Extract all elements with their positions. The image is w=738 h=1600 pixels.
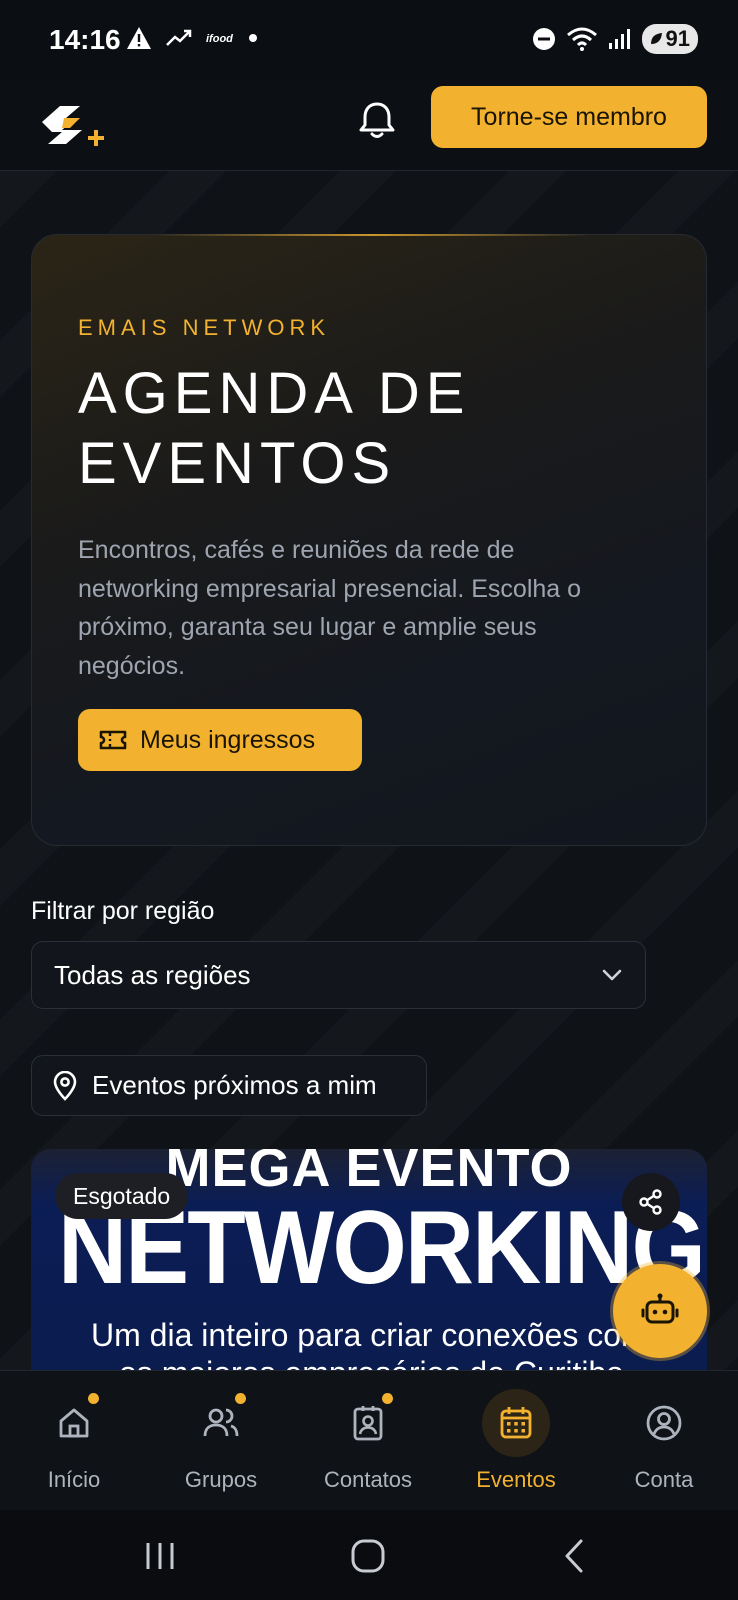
users-icon: [203, 1408, 239, 1437]
my-tickets-button[interactable]: Meus ingressos: [78, 709, 362, 771]
nav-label: Grupos: [184, 1467, 258, 1492]
home-button-icon[interactable]: [350, 1538, 386, 1574]
map-pin-icon: [53, 1070, 77, 1101]
nav-label: Conta: [634, 1467, 694, 1492]
share-icon: [639, 1189, 662, 1215]
battery-saver-icon: [650, 33, 662, 44]
recent-apps-icon[interactable]: [144, 1540, 176, 1572]
region-select[interactable]: Todas as regiões: [31, 941, 646, 1009]
calendar-icon: [500, 1407, 532, 1439]
nav-item-conta[interactable]: Conta: [590, 1371, 738, 1511]
sold-out-badge: Esgotado: [55, 1173, 189, 1219]
robot-icon: [641, 1293, 679, 1324]
hero-title: AGENDA DE EVENTOS: [78, 359, 678, 499]
nav-item-contatos[interactable]: Contatos: [294, 1371, 442, 1511]
bell-icon[interactable]: [355, 98, 399, 142]
system-navigation-bar: [0, 1510, 738, 1600]
events-near-me-button[interactable]: Eventos próximos a mim: [31, 1055, 427, 1116]
status-time: 14:16: [49, 24, 121, 55]
nav-icon-container: [482, 1389, 550, 1457]
nav-label: Início: [47, 1467, 101, 1492]
battery-level: 91: [665, 26, 690, 51]
nav-label: Contatos: [323, 1467, 413, 1492]
assistant-bot-button[interactable]: [613, 1264, 707, 1358]
wifi-icon: [566, 27, 597, 51]
signal-icon: [608, 29, 630, 49]
back-icon[interactable]: [562, 1538, 586, 1574]
battery-indicator: 91: [641, 24, 698, 54]
region-filter-label: Filtrar por região: [31, 897, 215, 925]
hero-eyebrow: EMAIS NETWORK: [78, 315, 331, 340]
trending-icon: [166, 29, 192, 46]
status-system-icons: 91: [532, 24, 698, 54]
nav-item-eventos[interactable]: Eventos: [442, 1371, 590, 1511]
notification-dot: [88, 1393, 99, 1404]
svg-text:ifood: ifood: [206, 33, 233, 45]
share-button[interactable]: [622, 1173, 680, 1231]
warning-icon: [127, 27, 151, 49]
nav-icon-container: [630, 1389, 698, 1457]
dot-icon: [249, 34, 257, 42]
nav-item-inicio[interactable]: Início: [0, 1371, 148, 1511]
emais-logo-icon[interactable]: [40, 98, 106, 156]
hero-title-line-1: AGENDA DE: [78, 361, 471, 426]
hero-title-line-2: EVENTOS: [78, 431, 397, 496]
bottom-navigation: Início Grupos Contatos Eventos Conta: [0, 1370, 738, 1511]
status-notification-icons: ifood: [126, 26, 258, 50]
event-banner-subtitle-1: Um dia inteiro para criar conexões com: [91, 1317, 648, 1353]
become-member-button[interactable]: Torne-se membro: [431, 86, 707, 148]
account-icon: [646, 1405, 682, 1441]
hero-description: Encontros, cafés e reuniões da rede de n…: [78, 536, 582, 680]
events-near-me-label: Eventos próximos a mim: [92, 1070, 377, 1100]
ticket-icon: [99, 730, 127, 750]
contact-card-icon: [353, 1406, 383, 1441]
ifood-icon: ifood: [206, 33, 233, 45]
chevron-down-icon: [602, 969, 622, 981]
hero-card: EMAIS NETWORK AGENDA DE EVENTOS Encontro…: [31, 234, 707, 846]
my-tickets-label: Meus ingressos: [140, 725, 316, 754]
do-not-disturb-icon: [532, 28, 555, 50]
app-header: Torne-se membro: [0, 80, 738, 171]
notification-dot: [235, 1393, 246, 1404]
event-card[interactable]: MEGA EVENTO NETWORKING Um dia inteiro pa…: [31, 1149, 707, 1370]
home-icon: [59, 1408, 89, 1438]
nav-item-grupos[interactable]: Grupos: [147, 1371, 295, 1511]
status-bar: 14:16 ifood 91: [0, 0, 738, 80]
event-banner-subtitle-2: os maiores empresários de Curitiba: [31, 1355, 707, 1370]
region-select-value: Todas as regiões: [54, 959, 251, 990]
notification-dot: [382, 1393, 393, 1404]
hero-accent-line: [152, 234, 592, 236]
nav-label: Eventos: [476, 1467, 556, 1492]
